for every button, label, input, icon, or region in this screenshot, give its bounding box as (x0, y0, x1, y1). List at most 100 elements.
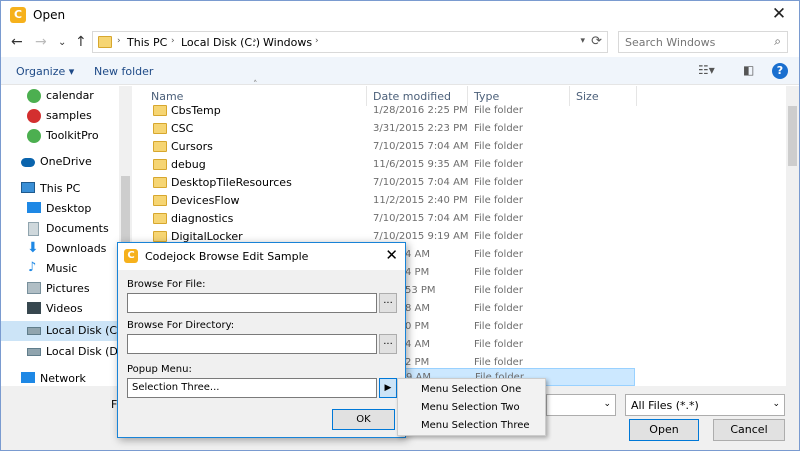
desktop-icon (27, 202, 41, 213)
file-type: File folder (474, 339, 523, 350)
window-title: Open (33, 8, 66, 22)
folder-icon (153, 195, 167, 206)
sidebar-item-label: Desktop (46, 202, 92, 215)
open-button[interactable]: Open (629, 419, 699, 441)
file-row[interactable]: CbsTemp 1/28/2016 2:25 PM File folder (141, 102, 635, 120)
file-name: diagnostics (171, 212, 234, 225)
chevron-right-icon[interactable]: › (315, 36, 319, 46)
app-icon: C (124, 249, 138, 263)
forward-button[interactable]: → (35, 34, 47, 50)
popup-menu: Menu Selection One Menu Selection Two Me… (397, 378, 546, 436)
file-type: File folder (474, 159, 523, 170)
sidebar-item-documents[interactable]: Documents (1, 219, 119, 239)
sidebar-item-label: Local Disk (D:) (46, 345, 126, 358)
file-date: 11/2/2015 2:40 PM (373, 195, 468, 206)
library-check-icon (27, 89, 41, 103)
sidebar-item-toolkitpro[interactable]: ToolkitPro (1, 126, 119, 146)
chevron-right-icon[interactable]: › (171, 36, 175, 46)
popup-menu-input[interactable]: Selection Three... (127, 378, 377, 398)
sidebar-item-label: calendar (46, 89, 94, 102)
file-name: Cursors (171, 140, 213, 153)
file-name-combo[interactable]: ⌄ (546, 394, 616, 416)
menu-item-selection-one[interactable]: Menu Selection One (398, 381, 545, 399)
browse-file-input[interactable] (127, 293, 377, 313)
popup-menu-button[interactable]: ▶ (379, 378, 397, 398)
drive-d-icon (27, 348, 41, 356)
file-type-combo[interactable]: All Files (*.*) ⌄ (625, 394, 785, 416)
file-date: 3/31/2015 2:23 PM (373, 123, 468, 134)
sidebar-item-local-disk-c[interactable]: Local Disk (C:) (1, 321, 125, 341)
file-row[interactable]: DevicesFlow 11/2/2015 2:40 PM File folde… (141, 192, 635, 210)
file-row[interactable]: CSC 3/31/2015 2:23 PM File folder (141, 120, 635, 138)
back-button[interactable]: ← (11, 34, 23, 50)
chevron-down-icon[interactable]: ⌄ (603, 399, 611, 409)
cancel-button[interactable]: Cancel (713, 419, 785, 441)
ok-button[interactable]: OK (332, 409, 395, 430)
pictures-icon (27, 282, 41, 294)
chevron-right-icon: › (117, 36, 121, 46)
browse-edit-sample-dialog: C Codejock Browse Edit Sample ✕ Browse F… (117, 242, 406, 438)
chevron-down-icon[interactable]: ▾ (580, 36, 585, 46)
chevron-down-icon[interactable]: ⌄ (772, 399, 780, 409)
file-type: File folder (474, 321, 523, 332)
sidebar-item-calendar[interactable]: calendar (1, 86, 119, 106)
folder-icon (153, 105, 167, 116)
file-list-scrollbar[interactable] (786, 86, 799, 386)
sidebar-item-samples[interactable]: samples (1, 106, 119, 126)
up-button[interactable]: ↑ (75, 34, 87, 50)
browse-directory-button[interactable]: ... (379, 334, 397, 354)
search-input[interactable] (620, 33, 760, 51)
file-date: 7/10/2015 7:04 AM (373, 141, 469, 152)
file-name: CbsTemp (171, 104, 221, 117)
search-icon[interactable]: ⌕ (774, 34, 781, 49)
file-type: File folder (474, 285, 523, 296)
sidebar-item-music[interactable]: ♪ Music (1, 259, 119, 279)
sidebar-item-pictures[interactable]: Pictures (1, 279, 119, 299)
file-type: File folder (474, 231, 523, 242)
file-type: File folder (474, 249, 523, 260)
file-type-value: All Files (*.*) (631, 399, 699, 412)
refresh-button[interactable]: ⟳ (591, 34, 602, 49)
sidebar-item-videos[interactable]: Videos (1, 299, 119, 319)
browse-file-button[interactable]: ... (379, 293, 397, 313)
preview-pane-icon[interactable]: ◧ (743, 63, 754, 77)
file-row[interactable]: Cursors 7/10/2015 7:04 AM File folder (141, 138, 635, 156)
sidebar-item-label: Documents (46, 222, 109, 235)
file-type: File folder (474, 141, 523, 152)
recent-locations-button[interactable]: ⌄ (58, 37, 66, 48)
column-divider[interactable] (636, 86, 637, 106)
sidebar-item-label: This PC (40, 182, 81, 195)
app-icon: C (10, 7, 26, 23)
file-row[interactable]: DesktopTileResources 7/10/2015 7:04 AM F… (141, 174, 635, 192)
file-name: debug (171, 158, 206, 171)
breadcrumb-windows[interactable]: Windows (263, 36, 312, 49)
organize-button[interactable]: Organize ▾ (16, 65, 74, 78)
sidebar-item-downloads[interactable]: ⬇ Downloads (1, 239, 119, 259)
breadcrumb-this-pc[interactable]: This PC (127, 36, 167, 49)
videos-icon (27, 302, 41, 314)
sidebar-item-this-pc[interactable]: This PC (1, 179, 119, 199)
sidebar-item-label: samples (46, 109, 92, 122)
menu-item-selection-three[interactable]: Menu Selection Three (398, 417, 545, 435)
folder-icon (153, 141, 167, 152)
search-box[interactable]: ⌕ (618, 31, 788, 53)
sidebar-item-desktop[interactable]: Desktop (1, 199, 119, 219)
address-bar[interactable]: › This PC › Local Disk (C:) › Windows › … (92, 31, 608, 53)
file-row[interactable]: debug 11/6/2015 9:35 AM File folder (141, 156, 635, 174)
new-folder-button[interactable]: New folder (94, 65, 153, 78)
help-icon[interactable]: ? (772, 63, 788, 79)
view-options-icon[interactable]: ☷▾ (698, 63, 715, 77)
file-date: 7/10/2015 7:04 AM (373, 177, 469, 188)
close-button[interactable]: ✕ (767, 4, 791, 24)
menu-item-selection-two[interactable]: Menu Selection Two (398, 399, 545, 417)
file-row[interactable]: diagnostics 7/10/2015 7:04 AM File folde… (141, 210, 635, 228)
drive-c-icon (27, 327, 41, 335)
close-icon[interactable]: ✕ (385, 246, 398, 264)
browse-file-label: Browse For File: (127, 279, 206, 290)
scrollbar-thumb[interactable] (788, 106, 797, 166)
breadcrumb-local-disk[interactable]: Local Disk (C:) (181, 36, 260, 49)
chevron-right-icon[interactable]: › (253, 36, 257, 46)
sidebar-item-local-disk-d[interactable]: Local Disk (D:) (1, 342, 126, 362)
sidebar-item-onedrive[interactable]: OneDrive (1, 152, 119, 172)
browse-directory-input[interactable] (127, 334, 377, 354)
